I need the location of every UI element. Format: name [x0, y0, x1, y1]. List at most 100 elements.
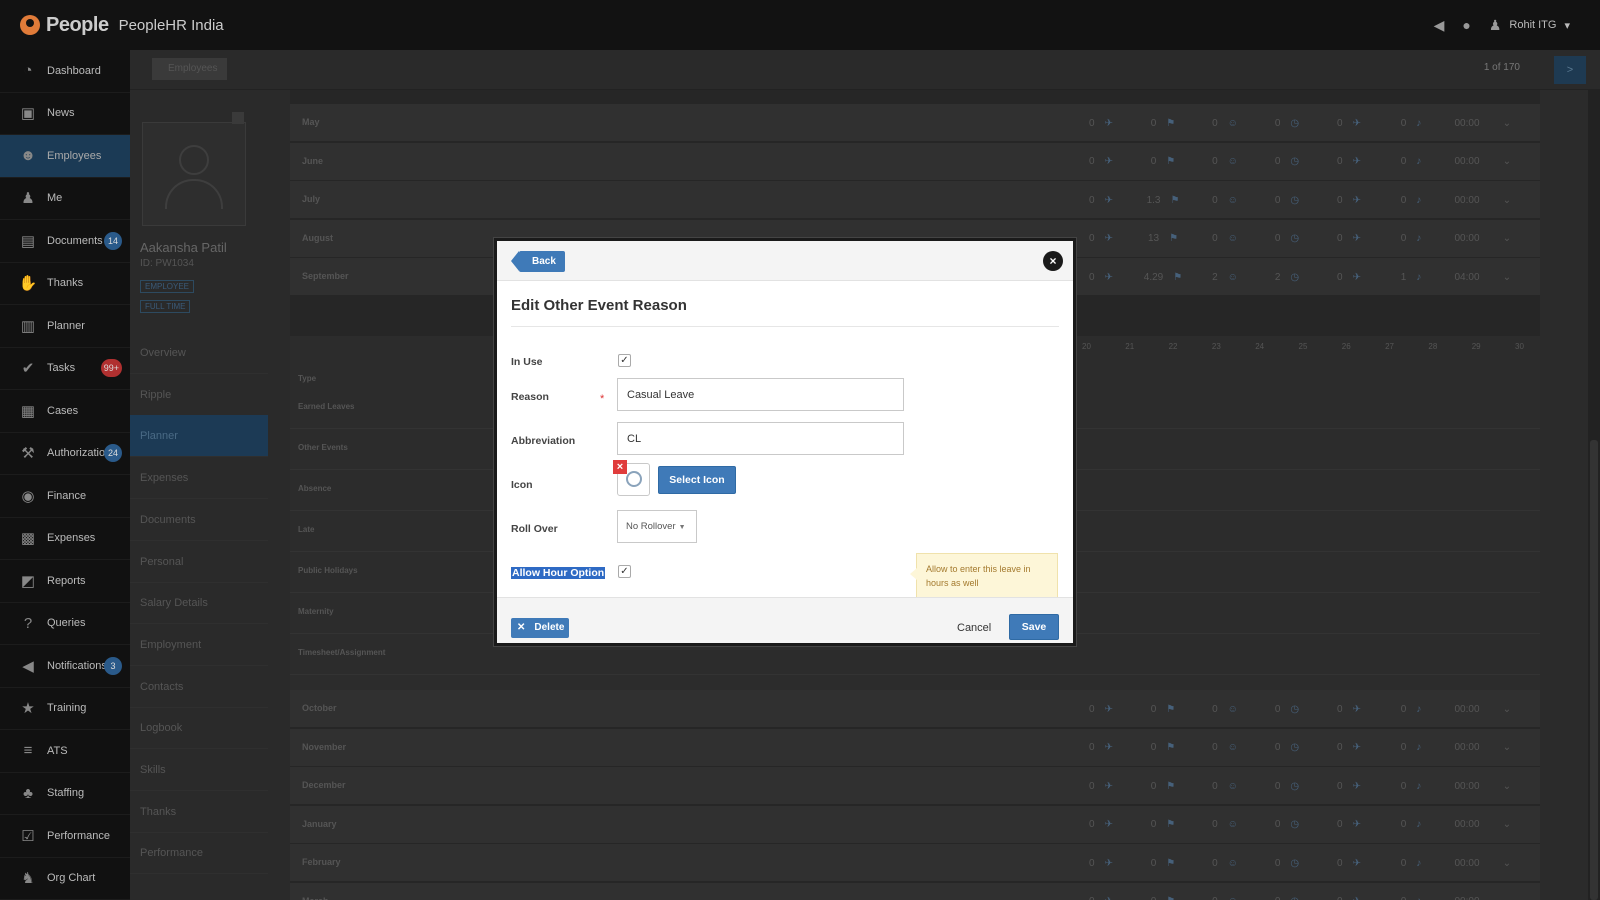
subnav-item-performance[interactable]: Performance	[130, 832, 268, 875]
chevron-down-icon[interactable]: ⌄	[1492, 781, 1522, 792]
reason-input[interactable]	[617, 378, 904, 411]
subnav-item-thanks[interactable]: Thanks	[130, 791, 268, 833]
month-row[interactable]: February 0 ✈ 0 ⚑ 0 ☺ 0 ◷ 0 ✈ 0 ♪ 00:00 ⌄	[290, 844, 1540, 882]
month-stat: 0♪	[1380, 195, 1442, 206]
sidebar-item-documents[interactable]: ▤ Documents 14	[0, 220, 130, 263]
scrollbar-thumb[interactable]	[1590, 440, 1598, 900]
sidebar-item-queries[interactable]: ? Queries	[0, 603, 130, 645]
subnav-item-planner[interactable]: Planner	[130, 415, 268, 458]
chevron-down-icon[interactable]: ⌄	[1492, 742, 1522, 753]
chevron-down-icon[interactable]: ⌄	[1492, 195, 1522, 206]
chevron-down-icon[interactable]: ⌄	[1492, 156, 1522, 167]
coins-icon: ◉	[21, 487, 35, 505]
month-stat: 0◷	[1256, 156, 1318, 167]
month-row[interactable]: January 0 ✈ 0 ⚑ 0 ☺ 0 ◷ 0 ✈ 0 ♪ 00:00 ⌄	[290, 805, 1540, 844]
chevron-down-icon[interactable]: ⌄	[1492, 819, 1522, 830]
close-icon[interactable]: ×	[1043, 251, 1063, 271]
stat-value: 0	[1337, 857, 1343, 869]
sidebar-item-me[interactable]: ♟ Me	[0, 178, 130, 220]
breadcrumb[interactable]: Employees	[152, 58, 228, 80]
next-employee-button[interactable]: >	[1554, 56, 1586, 84]
cancel-button[interactable]: Cancel	[957, 622, 991, 634]
remove-icon-button[interactable]: ×	[613, 460, 627, 474]
month-row[interactable]: July 0 ✈ 1.3 ⚑ 0 ☺ 0 ◷ 0 ✈ 0 ♪ 00:00 ⌄	[290, 181, 1540, 219]
chevron-down-icon[interactable]: ⌄	[1492, 858, 1522, 869]
subnav-item-personal[interactable]: Personal	[130, 541, 268, 583]
sidebar-item-thanks[interactable]: ✋ Thanks	[0, 263, 130, 305]
stat-value: 2	[1212, 271, 1218, 283]
sidebar-item-staffing[interactable]: ♣ Staffing	[0, 773, 130, 815]
sidebar-item-finance[interactable]: ◉ Finance	[0, 475, 130, 518]
month-row[interactable]: October 0 ✈ 0 ⚑ 0 ☺ 0 ◷ 0 ✈ 0 ♪ 00:00 ⌄	[290, 690, 1540, 728]
stat-icon: ⚑	[1173, 271, 1183, 283]
abbreviation-input[interactable]	[617, 422, 904, 455]
stat-icon: ✈	[1352, 233, 1361, 244]
employee-tag: FULL TIME	[140, 300, 191, 313]
stat-icon: ♪	[1416, 117, 1422, 129]
stat-value: 0	[1212, 742, 1218, 753]
month-stat: 0☺	[1194, 118, 1256, 129]
sidebar-item-tasks[interactable]: ✔ Tasks 99+	[0, 348, 130, 390]
lightbulb-icon[interactable]: ●	[1462, 17, 1470, 33]
month-row[interactable]: June 0 ✈ 0 ⚑ 0 ☺ 0 ◷ 0 ✈ 0 ♪ 00:00 ⌄	[290, 142, 1540, 181]
sidebar-item-planner[interactable]: ▥ Planner	[0, 305, 130, 348]
month-stat: 0◷	[1256, 233, 1318, 244]
sidebar-item-label: Planner	[47, 319, 85, 332]
chevron-down-icon[interactable]: ⌄	[1492, 704, 1522, 715]
sidebar-item-notifications[interactable]: ◀ Notifications 3	[0, 645, 130, 688]
edit-pencil-icon[interactable]	[232, 112, 244, 124]
chevron-down-icon[interactable]: ⌄	[1492, 233, 1522, 244]
sidebar-item-expenses[interactable]: ▩ Expenses	[0, 518, 130, 560]
sidebar-item-ats[interactable]: ≡ ATS	[0, 730, 130, 773]
subnav-item-employment[interactable]: Employment	[130, 624, 268, 666]
month-stat: 0♪	[1380, 781, 1442, 792]
chevron-down-icon[interactable]: ⌄	[1492, 272, 1522, 283]
user-menu[interactable]: ♟ Rohit ITG ▾	[1489, 17, 1570, 34]
subnav-item-skills[interactable]: Skills	[130, 749, 268, 791]
page-scrollbar[interactable]	[1588, 90, 1600, 900]
sidebar-item-training[interactable]: ★ Training	[0, 688, 130, 730]
allow-hour-checkbox[interactable]: ✓	[618, 565, 631, 578]
subnav-item-expenses[interactable]: Expenses	[130, 457, 268, 500]
month-row[interactable]: May 0 ✈ 0 ⚑ 0 ☺ 0 ◷ 0 ✈ 0 ♪ 00:00 ⌄	[290, 104, 1540, 142]
back-button[interactable]: Back	[511, 251, 565, 272]
subnav-item-salary-details[interactable]: Salary Details	[130, 582, 268, 625]
stat-icon: ☺	[1227, 703, 1238, 715]
avatar[interactable]	[142, 122, 246, 226]
roll-over-select[interactable]: No Rollover ▼	[617, 510, 697, 543]
sidebar-item-cases[interactable]: ▦ Cases	[0, 390, 130, 433]
sidebar-item-dashboard[interactable]: ◔ Dashboard	[0, 50, 130, 93]
chevron-down-icon[interactable]: ⌄	[1492, 896, 1522, 900]
subnav-item-overview[interactable]: Overview	[130, 332, 268, 374]
sidebar-item-employees[interactable]: ☻ Employees	[0, 135, 130, 178]
megaphone-icon[interactable]: ◀	[1434, 17, 1445, 34]
select-icon-button[interactable]: Select Icon	[658, 466, 736, 494]
stat-value: 0	[1337, 703, 1343, 715]
stat-value: 0	[1089, 857, 1095, 869]
sidebar-item-reports[interactable]: ◩ Reports	[0, 560, 130, 603]
month-row[interactable]: November 0 ✈ 0 ⚑ 0 ☺ 0 ◷ 0 ✈ 0 ♪ 00:00 ⌄	[290, 728, 1540, 767]
in-use-checkbox[interactable]: ✓	[618, 354, 631, 367]
subnav-item-documents[interactable]: Documents	[130, 499, 268, 541]
subnav-item-logbook[interactable]: Logbook	[130, 707, 268, 750]
sidebar-item-news[interactable]: ▣ News	[0, 93, 130, 135]
stat-value: 0	[1212, 703, 1218, 715]
stat-value: 0	[1400, 819, 1407, 830]
app-logo[interactable]: People	[20, 14, 109, 37]
subnav-item-contacts[interactable]: Contacts	[130, 666, 268, 708]
stat-icon: ✈	[1105, 896, 1113, 900]
stat-value: 0	[1400, 742, 1407, 753]
month-row[interactable]: December 0 ✈ 0 ⚑ 0 ☺ 0 ◷ 0 ✈ 0 ♪ 00:00 ⌄	[290, 767, 1540, 805]
stat-value: 0	[1400, 233, 1407, 244]
sidebar-item-label: Staffing	[47, 787, 85, 800]
stat-value: 0	[1089, 780, 1095, 792]
subnav-item-ripple[interactable]: Ripple	[130, 374, 268, 416]
delete-button[interactable]: ✕ Delete	[511, 618, 569, 638]
sidebar-item-org-chart[interactable]: ♞ Org Chart	[0, 858, 130, 900]
save-button[interactable]: Save	[1009, 614, 1059, 640]
sidebar-item-authorizations[interactable]: ⚒ Authorizations 24	[0, 433, 130, 475]
chevron-down-icon[interactable]: ⌄	[1492, 118, 1522, 129]
sidebar-item-performance[interactable]: ☑ Performance	[0, 815, 130, 858]
stat-value: 0	[1150, 703, 1157, 715]
month-row[interactable]: March0✈0⚑0☺0◷0✈0♪00:00⌄	[290, 882, 1540, 900]
